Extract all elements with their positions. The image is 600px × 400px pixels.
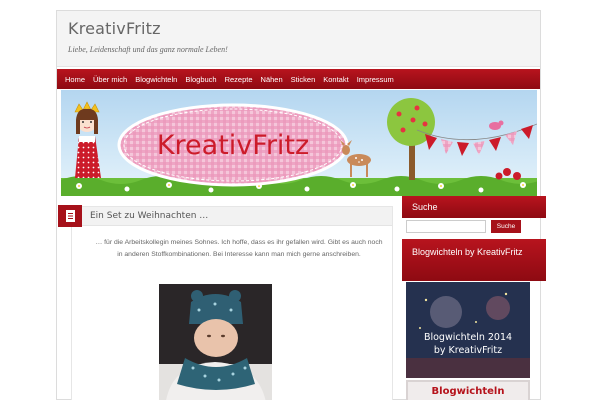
site-header: KreativFritz Liebe, Leidenschaft und das… bbox=[57, 11, 540, 67]
page-container: KreativFritz Liebe, Leidenschaft und das… bbox=[56, 10, 546, 400]
post-photo[interactable] bbox=[159, 284, 272, 400]
nav-item-ueber-mich[interactable]: Über mich bbox=[93, 75, 127, 84]
banner-logo-text: KreativFritz bbox=[157, 130, 309, 161]
nav-item-blogbuch[interactable]: Blogbuch bbox=[185, 75, 216, 84]
post-header: Ein Set zu Weihnachten … bbox=[58, 205, 392, 227]
header-banner[interactable]: KreativFritz bbox=[61, 90, 537, 196]
baby-photo-image bbox=[159, 284, 272, 400]
banner-illustration: KreativFritz bbox=[61, 98, 537, 196]
sidebar-blogwichteln-heading: Blogwichteln by KreativFritz bbox=[402, 239, 546, 281]
post-icon-box bbox=[58, 205, 82, 227]
blogwichteln-badge-text: Blogwichteln bbox=[431, 386, 505, 397]
blogwichteln-banner-image bbox=[406, 282, 530, 378]
blogwichteln-banner-line2: by KreativFritz bbox=[433, 345, 503, 356]
nav-item-kontakt[interactable]: Kontakt bbox=[323, 75, 348, 84]
search-button[interactable]: Suche bbox=[491, 220, 521, 233]
sidebar-search-heading: Suche bbox=[402, 196, 546, 218]
blogwichteln-badge[interactable]: Blogwichteln bbox=[406, 380, 530, 400]
nav-item-impressum[interactable]: Impressum bbox=[357, 75, 394, 84]
post-body: … für die Arbeitskollegin meines Sohnes.… bbox=[95, 239, 383, 258]
site-tagline: Liebe, Leidenschaft und das ganz normale… bbox=[68, 45, 228, 54]
main-nav: Home Über mich Blogwichteln Blogbuch Rez… bbox=[57, 69, 540, 89]
blogwichteln-banner-line1: Blogwichteln 2014 bbox=[423, 332, 513, 343]
post-title[interactable]: Ein Set zu Weihnachten … bbox=[90, 211, 208, 221]
nav-item-sticken[interactable]: Sticken bbox=[291, 75, 316, 84]
nav-item-rezepte[interactable]: Rezepte bbox=[225, 75, 253, 84]
post-card: Ein Set zu Weihnachten … … für die Arbei… bbox=[58, 205, 393, 400]
nav-item-naehen[interactable]: Nähen bbox=[261, 75, 283, 84]
site-title[interactable]: KreativFritz bbox=[68, 19, 161, 38]
nav-item-blogwichteln[interactable]: Blogwichteln bbox=[135, 75, 177, 84]
document-icon bbox=[66, 210, 75, 222]
nav-item-home[interactable]: Home bbox=[65, 75, 85, 84]
search-input[interactable] bbox=[406, 220, 486, 233]
blogwichteln-banner[interactable]: Blogwichteln 2014 by KreativFritz bbox=[406, 282, 530, 378]
